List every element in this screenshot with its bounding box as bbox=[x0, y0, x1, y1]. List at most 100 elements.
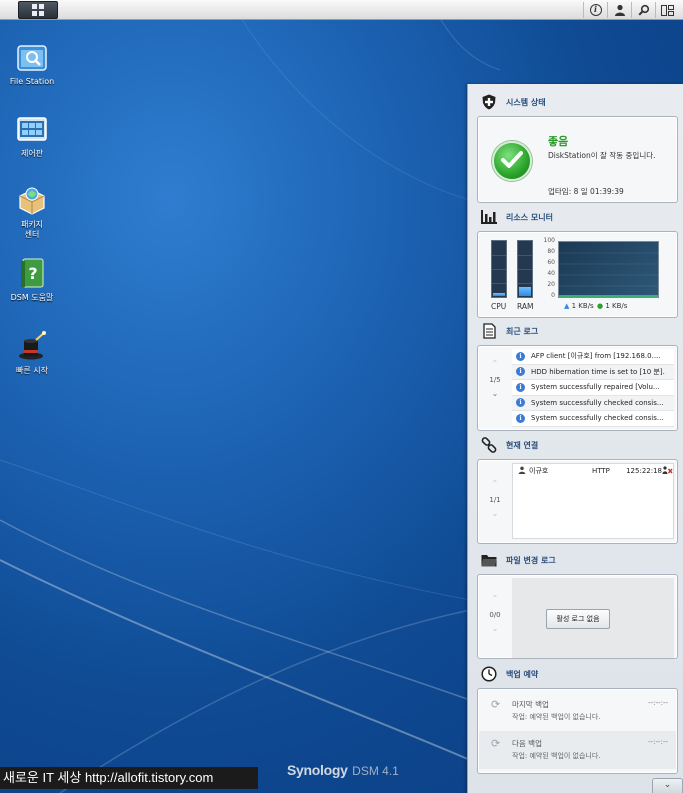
backup-time: --:--:-- bbox=[648, 738, 668, 746]
widget-title-resource-monitor[interactable]: 리소스 모니터 bbox=[468, 205, 683, 229]
download-arrow-icon: ● bbox=[597, 302, 604, 310]
chevron-down-icon[interactable]: ⌄ bbox=[478, 625, 512, 633]
kick-connection-icon[interactable] bbox=[662, 466, 673, 476]
widget-title-text: 리소스 모니터 bbox=[506, 212, 553, 222]
connections-box: ⌃ 1/1 ⌄ 이규호 HTTP 125:22:18 bbox=[477, 459, 678, 544]
info-icon: i bbox=[516, 351, 525, 361]
graph-tick: 60 bbox=[547, 259, 555, 266]
watermark: 새로운 IT 세상 http://allofit.tistory.com bbox=[0, 767, 258, 789]
desktop-icon-package-center[interactable]: 패키지 센터 bbox=[0, 184, 64, 240]
log-list: i AFP client [이규호] from [192.168.0.... iH… bbox=[512, 349, 674, 427]
widget-title-backup[interactable]: 백업 예약 bbox=[468, 662, 683, 686]
user-icon bbox=[518, 466, 526, 476]
cpu-meter bbox=[491, 240, 507, 298]
desktop-icon-quick-start[interactable]: 빠른 시작 bbox=[0, 330, 64, 376]
upload-arrow-icon: ▲ bbox=[564, 302, 570, 310]
log-row[interactable]: i HDD hibernation time is set to [10 분]. bbox=[512, 364, 674, 380]
page-indicator: 1/5 bbox=[489, 376, 501, 384]
search-icon[interactable] bbox=[631, 2, 655, 18]
file-change-log-pager: ⌃ 0/0 ⌄ bbox=[478, 595, 512, 633]
chevron-down-icon: ⌄ bbox=[663, 780, 672, 790]
grid-icon bbox=[32, 4, 44, 16]
cpu-label: CPU bbox=[491, 302, 507, 311]
desktop-icon-label: 빠른 시작 bbox=[16, 366, 48, 375]
document-icon bbox=[480, 322, 498, 340]
desktop-icon-control-panel[interactable]: 제어판 bbox=[0, 113, 64, 159]
status-state: 좋음 bbox=[548, 135, 569, 148]
widget-title-text: 파일 변경 로그 bbox=[506, 555, 556, 565]
backup-time: --:--:-- bbox=[648, 699, 668, 707]
widget-title-text: 백업 예약 bbox=[506, 669, 539, 679]
log-row[interactable]: i System successfully checked consis... bbox=[512, 395, 674, 411]
info-icon: i bbox=[516, 398, 525, 408]
svg-text:?: ? bbox=[28, 264, 37, 283]
log-row[interactable]: i AFP client [이규호] from [192.168.0.... bbox=[512, 349, 674, 365]
widgets-icon[interactable] bbox=[655, 2, 679, 18]
brand-version: DSM 4.1 bbox=[352, 764, 399, 778]
info-icon: i bbox=[516, 413, 525, 423]
info-icon: i bbox=[516, 382, 525, 392]
desktop-icon-label: File Station bbox=[9, 77, 55, 86]
backup-desc: 작업: 예약된 백업이 없습니다. bbox=[512, 752, 601, 760]
connection-row[interactable]: 이규호 HTTP 125:22:18 bbox=[513, 464, 673, 478]
link-icon bbox=[480, 436, 498, 454]
file-change-log-box: ⌃ 0/0 ⌄ 활성 로그 없음 bbox=[477, 574, 678, 659]
widget-title-connections[interactable]: 현재 연결 bbox=[468, 433, 683, 457]
main-menu-button[interactable] bbox=[18, 1, 58, 19]
bar-chart-icon bbox=[480, 208, 498, 226]
no-active-log-button[interactable]: 활성 로그 없음 bbox=[546, 609, 610, 629]
connection-user: 이규호 bbox=[529, 467, 549, 475]
chevron-up-icon[interactable]: ⌃ bbox=[478, 360, 512, 368]
desktop-icon-label: 제어판 bbox=[20, 149, 44, 158]
uptime-text: 업타임: 8 일 01:39:39 bbox=[548, 187, 624, 196]
file-change-log-area: 활성 로그 없음 bbox=[512, 578, 674, 658]
backup-box: ⟳ 마지막 백업 --:--:-- 작업: 예약된 백업이 없습니다. ⟳ 다음… bbox=[477, 688, 678, 774]
status-description: DiskStation이 잘 작동 중입니다. bbox=[548, 151, 656, 160]
connection-list: 이규호 HTTP 125:22:18 bbox=[512, 463, 674, 539]
chevron-down-icon[interactable]: ⌄ bbox=[478, 510, 512, 518]
ram-label: RAM bbox=[517, 302, 534, 311]
connection-type: HTTP bbox=[591, 467, 610, 475]
recent-logs-pager: ⌃ 1/5 ⌄ bbox=[478, 360, 512, 398]
backup-name: 다음 백업 bbox=[512, 739, 542, 748]
info-icon: i bbox=[516, 367, 525, 377]
backup-row-last: ⟳ 마지막 백업 --:--:-- 작업: 예약된 백업이 없습니다. bbox=[479, 692, 676, 730]
backup-name: 마지막 백업 bbox=[512, 700, 549, 709]
refresh-icon: ⟳ bbox=[491, 737, 501, 750]
widget-panel: 시스템 상태 좋음 DiskStation이 잘 작동 중입니다. 업타임: 8… bbox=[467, 84, 683, 793]
shield-icon bbox=[480, 93, 498, 111]
magic-hat-icon bbox=[16, 330, 48, 362]
log-row[interactable]: i System successfully checked consis... bbox=[512, 411, 674, 427]
desktop-icon-dsm-help[interactable]: ? DSM 도움말 bbox=[0, 257, 64, 303]
chevron-up-icon[interactable]: ⌃ bbox=[478, 595, 512, 603]
page-indicator: 0/0 bbox=[489, 611, 501, 619]
cpu-meter-fill bbox=[493, 293, 505, 296]
user-icon[interactable] bbox=[607, 2, 631, 18]
widget-title-text: 최근 로그 bbox=[506, 326, 539, 336]
check-icon bbox=[492, 141, 532, 181]
widget-title-file-change-log[interactable]: 파일 변경 로그 bbox=[468, 548, 683, 572]
chevron-down-icon[interactable]: ⌄ bbox=[478, 390, 512, 398]
brand-logo: Synology DSM 4.1 bbox=[287, 762, 399, 778]
folder-search-icon bbox=[16, 41, 48, 73]
graph-tick: 100 bbox=[543, 237, 555, 244]
clock-icon bbox=[480, 665, 498, 683]
widget-title-system-status[interactable]: 시스템 상태 bbox=[468, 90, 683, 114]
connection-time: 125:22:18 bbox=[626, 467, 662, 475]
info-icon[interactable]: i bbox=[583, 2, 607, 18]
widget-title-recent-logs[interactable]: 최근 로그 bbox=[468, 319, 683, 343]
graph-tick: 0 bbox=[551, 292, 555, 299]
desktop-icon-file-station[interactable]: File Station bbox=[0, 41, 64, 87]
chevron-up-icon[interactable]: ⌃ bbox=[478, 480, 512, 488]
widget-title-text: 시스템 상태 bbox=[506, 97, 546, 107]
taskbar: i bbox=[0, 0, 683, 20]
desktop-icon-label: DSM 도움말 bbox=[10, 293, 54, 302]
folder-icon bbox=[480, 551, 498, 569]
brand-name: Synology bbox=[287, 762, 348, 778]
collapse-widgets-button[interactable]: ⌄ bbox=[652, 778, 683, 793]
backup-desc: 작업: 예약된 백업이 없습니다. bbox=[512, 713, 601, 721]
backup-row-next: ⟳ 다음 백업 --:--:-- 작업: 예약된 백업이 없습니다. bbox=[479, 731, 676, 769]
widget-title-text: 현재 연결 bbox=[506, 440, 539, 450]
help-book-icon: ? bbox=[16, 257, 48, 289]
log-row[interactable]: i System successfully repaired [Volu... bbox=[512, 380, 674, 396]
